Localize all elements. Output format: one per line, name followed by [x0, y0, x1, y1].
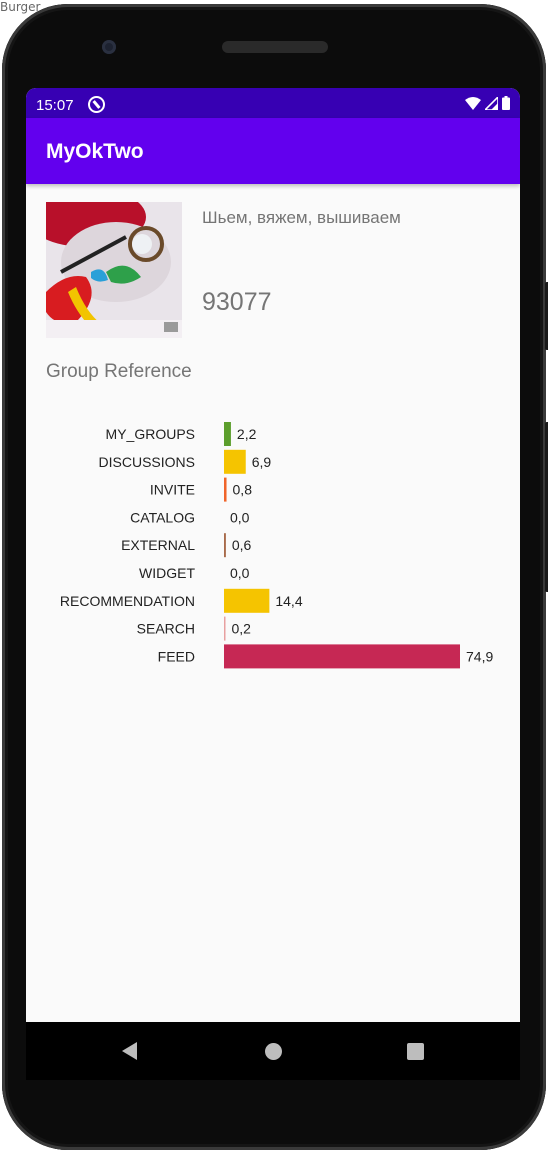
value-label-search: 0,2	[232, 621, 252, 637]
home-icon[interactable]	[265, 1043, 282, 1060]
group-reference-bar-chart: MY_GROUPS 2,2 DISCUSSIONS 6,9 INVITE 0,8 CATAL…	[60, 422, 493, 669]
screen: 15:07 MyOkTwo Шьем, вяжем, вышиваем 9307…	[26, 88, 520, 1080]
earpiece-speaker	[222, 41, 328, 53]
app-title: MyOkTwo	[46, 140, 144, 163]
status-time: 15:07	[36, 97, 74, 114]
value-label-catalog: 0,0	[230, 509, 250, 525]
wifi-icon	[465, 97, 481, 110]
back-icon[interactable]	[122, 1042, 137, 1060]
embroidery-photo-icon	[46, 202, 182, 338]
phone-frame: 15:07 MyOkTwo Шьем, вяжем, вышиваем 9307…	[2, 4, 548, 1150]
bar-recommendation	[224, 588, 270, 613]
value-label-my-groups: 2,2	[237, 426, 257, 442]
category-label-search: SEARCH	[137, 621, 195, 637]
bar-search	[224, 616, 226, 641]
front-camera	[102, 40, 116, 54]
bar-discussions	[224, 449, 246, 474]
group-member-count: 93077	[202, 288, 272, 316]
signal-icon	[485, 97, 498, 110]
category-label-catalog: CATALOG	[130, 509, 195, 525]
value-label-external: 0,6	[232, 537, 252, 553]
category-label-my-groups: MY_GROUPS	[106, 426, 195, 442]
bar-my-groups	[224, 422, 231, 446]
category-label-widget: WIDGET	[139, 565, 195, 581]
value-label-feed: 74,9	[466, 648, 493, 664]
category-label-external: EXTERNAL	[121, 537, 195, 553]
navigation-bar	[26, 1022, 520, 1080]
section-label: Group Reference	[46, 361, 192, 382]
sync-icon	[88, 96, 105, 113]
bar-feed	[224, 644, 460, 669]
bar-invite	[224, 477, 227, 502]
category-label-discussions: DISCUSSIONS	[99, 454, 195, 470]
group-name: Шьем, вяжем, вышиваем	[202, 208, 401, 227]
value-label-recommendation: 14,4	[275, 593, 302, 609]
value-label-discussions: 6,9	[252, 454, 272, 470]
value-label-widget: 0,0	[230, 565, 250, 581]
category-label-recommendation: RECOMMENDATION	[60, 593, 195, 609]
status-icons	[465, 96, 510, 110]
bar-external	[224, 533, 226, 558]
status-bar: 15:07	[26, 88, 520, 118]
app-bar: MyOkTwo	[26, 118, 520, 184]
group-avatar-image[interactable]	[46, 202, 182, 338]
category-label-feed: FEED	[158, 648, 195, 664]
value-label-invite: 0,8	[233, 482, 253, 498]
category-label-invite: INVITE	[150, 482, 195, 498]
battery-icon	[502, 96, 510, 110]
recent-apps-icon[interactable]	[407, 1043, 424, 1060]
